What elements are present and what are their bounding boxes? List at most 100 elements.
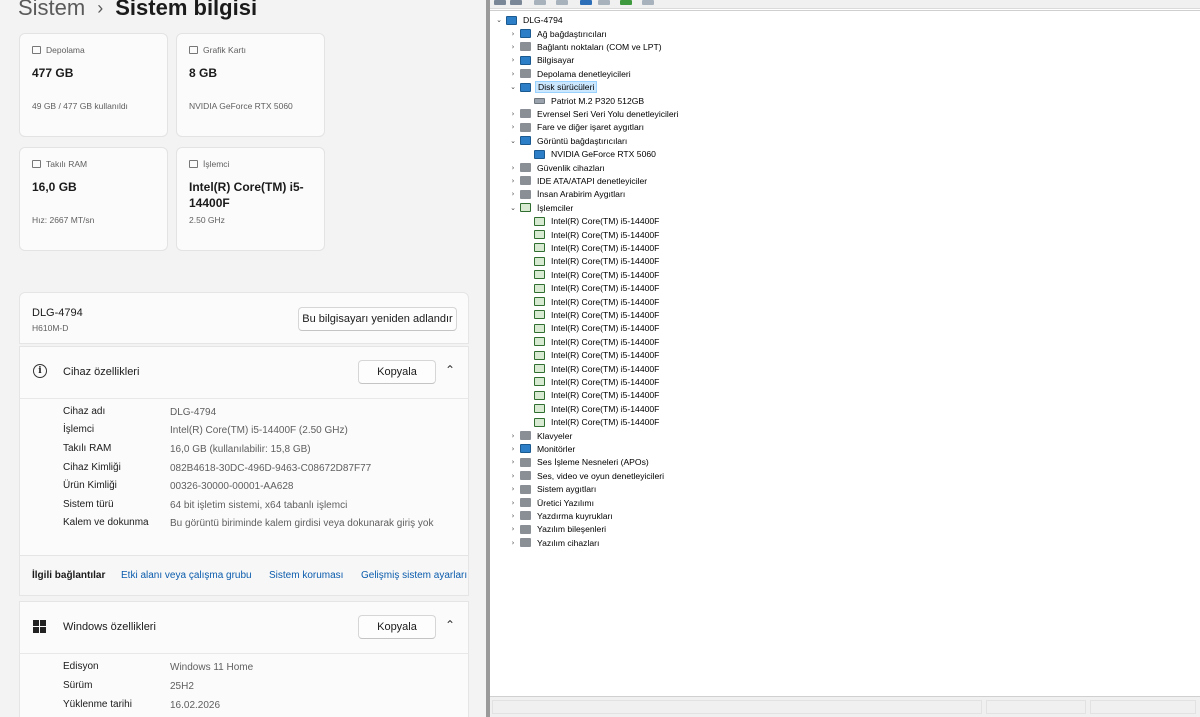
tree-category[interactable]: › Ses, video ve oyun denetleyicileri <box>508 469 666 482</box>
port-icon <box>520 42 531 52</box>
chevron-right-icon[interactable]: › <box>508 432 518 440</box>
tree-category[interactable]: › Fare ve diğer işaret aygıtları <box>508 121 646 134</box>
chevron-up-icon[interactable]: ⌃ <box>445 363 455 377</box>
tree-device[interactable]: Intel(R) Core(TM) i5-14400F <box>522 335 661 348</box>
tree-device[interactable]: Intel(R) Core(TM) i5-14400F <box>522 308 661 321</box>
enable-device-icon[interactable] <box>620 0 632 5</box>
chevron-right-icon[interactable]: › <box>508 123 518 131</box>
tree-category[interactable]: › İnsan Arabirim Aygıtları <box>508 188 627 201</box>
chevron-right-icon[interactable]: › <box>508 43 518 51</box>
tree-item-label: Monitörler <box>537 443 576 454</box>
forward-icon[interactable] <box>510 0 522 5</box>
tree-category[interactable]: ⌄ Disk sürücüleri <box>508 81 598 94</box>
tree-category[interactable]: › Monitörler <box>508 442 577 455</box>
tree-device[interactable]: Patriot M.2 P320 512GB <box>522 94 646 107</box>
scan-hardware-icon[interactable] <box>598 0 610 5</box>
graphics-label: Grafik Kartı <box>203 45 246 55</box>
tree-device[interactable]: Intel(R) Core(TM) i5-14400F <box>522 215 661 228</box>
chevron-right-icon[interactable]: › <box>508 539 518 547</box>
tree-category[interactable]: › Üretici Yazılımı <box>508 496 596 509</box>
windows-specs-title: Windows özellikleri <box>63 621 156 633</box>
tree-category[interactable]: › Yazılım bileşenleri <box>508 523 608 536</box>
copy-windows-specs-button[interactable]: Kopyala <box>358 615 436 639</box>
chevron-right-icon[interactable]: › <box>508 110 518 118</box>
tree-device[interactable]: Intel(R) Core(TM) i5-14400F <box>522 295 661 308</box>
storage-card[interactable]: Depolama 477 GB 49 GB / 477 GB kullanıld… <box>19 33 168 137</box>
chevron-right-icon[interactable]: › <box>508 190 518 198</box>
processor-value: Intel(R) Core(TM) i5-14400F <box>189 180 304 210</box>
tree-device[interactable]: Intel(R) Core(TM) i5-14400F <box>522 228 661 241</box>
firmware-icon <box>520 498 531 508</box>
tree-device[interactable]: Intel(R) Core(TM) i5-14400F <box>522 416 661 429</box>
tree-category[interactable]: ⌄ İşlemciler <box>508 201 575 214</box>
tree-device[interactable]: NVIDIA GeForce RTX 5060 <box>522 148 658 161</box>
tree-item-label: Üretici Yazılımı <box>537 497 594 508</box>
status-cell <box>986 700 1086 714</box>
chevron-right-icon[interactable]: › <box>508 56 518 64</box>
tree-category[interactable]: › IDE ATA/ATAPI denetleyiciler <box>508 174 649 187</box>
usb-icon <box>520 109 531 119</box>
tree-device[interactable]: Intel(R) Core(TM) i5-14400F <box>522 402 661 415</box>
device-specs-header[interactable]: i Cihaz özellikleri Kopyala ⌃ <box>20 347 468 397</box>
tree-category[interactable]: › Bilgisayar <box>508 54 576 67</box>
copy-device-specs-button[interactable]: Kopyala <box>358 360 436 384</box>
tree-category[interactable]: › Depolama denetleyicileri <box>508 67 633 80</box>
tree-root-computer[interactable]: ⌄ DLG-4794 <box>494 14 565 27</box>
help-icon[interactable] <box>556 0 568 5</box>
tree-device[interactable]: Intel(R) Core(TM) i5-14400F <box>522 241 661 254</box>
chevron-right-icon[interactable]: › <box>508 30 518 38</box>
tree-category[interactable]: › Evrensel Seri Veri Yolu denetleyicileri <box>508 107 680 120</box>
tree-device[interactable]: Intel(R) Core(TM) i5-14400F <box>522 255 661 268</box>
system-protection-link[interactable]: Sistem koruması <box>269 570 343 581</box>
properties-icon[interactable] <box>534 0 546 5</box>
tree-item-label: Klavyeler <box>537 430 573 441</box>
tree-device[interactable]: Intel(R) Core(TM) i5-14400F <box>522 362 661 375</box>
device-name-card: DLG-4794 H610M-D Bu bilgisayarı yeniden … <box>19 292 469 344</box>
chevron-right-icon[interactable]: › <box>508 512 518 520</box>
chevron-down-icon[interactable]: ⌄ <box>508 204 518 212</box>
graphics-card[interactable]: Grafik Kartı 8 GB NVIDIA GeForce RTX 506… <box>176 33 325 137</box>
tree-category[interactable]: › Ağ bağdaştırıcıları <box>508 27 609 40</box>
tree-category[interactable]: › Güvenlik cihazları <box>508 161 607 174</box>
chevron-up-icon[interactable]: ⌃ <box>445 618 455 632</box>
back-icon[interactable] <box>494 0 506 5</box>
chevron-down-icon[interactable]: ⌄ <box>508 137 518 145</box>
tree-category[interactable]: ⌄ Görüntü bağdaştırıcıları <box>508 134 629 147</box>
chevron-right-icon[interactable]: › <box>508 472 518 480</box>
tree-item-label: Görüntü bağdaştırıcıları <box>537 135 628 146</box>
advanced-system-settings-link[interactable]: Gelişmiş sistem ayarları <box>361 570 467 581</box>
breadcrumb-parent[interactable]: Sistem <box>18 0 85 21</box>
spec-value: 082B4618-30DC-496D-9463-C08672D87F77 <box>170 463 372 474</box>
tree-device[interactable]: Intel(R) Core(TM) i5-14400F <box>522 349 661 362</box>
windows-specs-header[interactable]: Windows özellikleri Kopyala ⌃ <box>20 602 468 652</box>
update-driver-icon[interactable] <box>580 0 592 5</box>
tree-category[interactable]: › Sistem aygıtları <box>508 483 598 496</box>
tree-device[interactable]: Intel(R) Core(TM) i5-14400F <box>522 282 661 295</box>
processor-device-icon <box>534 256 545 266</box>
chevron-right-icon[interactable]: › <box>508 525 518 533</box>
tree-device[interactable]: Intel(R) Core(TM) i5-14400F <box>522 268 661 281</box>
chevron-right-icon[interactable]: › <box>508 499 518 507</box>
tree-category[interactable]: › Yazdırma kuyrukları <box>508 509 615 522</box>
chevron-right-icon[interactable]: › <box>508 70 518 78</box>
windows-logo-icon <box>33 620 46 633</box>
chevron-right-icon[interactable]: › <box>508 458 518 466</box>
chevron-right-icon[interactable]: › <box>508 445 518 453</box>
chevron-down-icon[interactable]: ⌄ <box>508 83 518 91</box>
chevron-down-icon[interactable]: ⌄ <box>494 16 504 24</box>
tree-category[interactable]: › Ses İşleme Nesneleri (APOs) <box>508 456 651 469</box>
chevron-right-icon[interactable]: › <box>508 164 518 172</box>
processor-card[interactable]: İşlemci Intel(R) Core(TM) i5-14400F 2.50… <box>176 147 325 251</box>
tree-category[interactable]: › Bağlantı noktaları (COM ve LPT) <box>508 40 664 53</box>
tree-device[interactable]: Intel(R) Core(TM) i5-14400F <box>522 322 661 335</box>
tree-device[interactable]: Intel(R) Core(TM) i5-14400F <box>522 389 661 402</box>
rename-pc-button[interactable]: Bu bilgisayarı yeniden adlandır <box>298 307 457 331</box>
domain-workgroup-link[interactable]: Etki alanı veya çalışma grubu <box>121 570 252 581</box>
tree-category[interactable]: › Klavyeler <box>508 429 574 442</box>
ram-card[interactable]: Takılı RAM 16,0 GB Hız: 2667 MT/sn <box>19 147 168 251</box>
tree-device[interactable]: Intel(R) Core(TM) i5-14400F <box>522 375 661 388</box>
chevron-right-icon[interactable]: › <box>508 485 518 493</box>
tree-category[interactable]: › Yazılım cihazları <box>508 536 601 549</box>
uninstall-device-icon[interactable] <box>642 0 654 5</box>
chevron-right-icon[interactable]: › <box>508 177 518 185</box>
